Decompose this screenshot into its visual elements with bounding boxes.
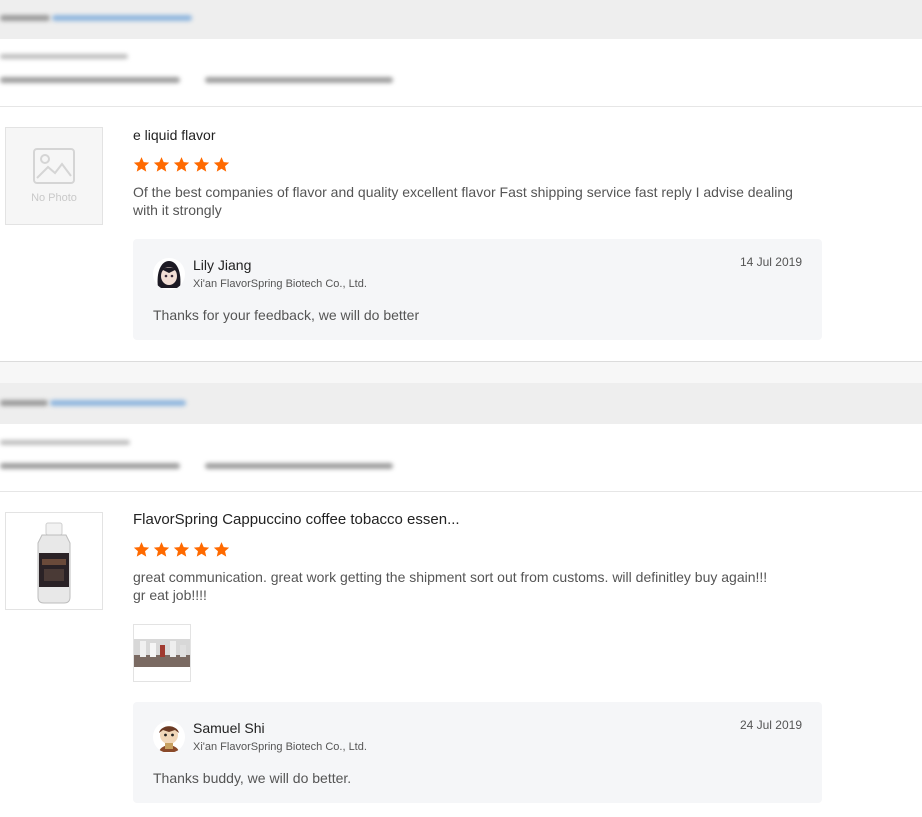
product-title[interactable]: FlavorSpring Cappuccino coffee tobacco e… bbox=[133, 511, 460, 528]
buyer-info-bar-blurred bbox=[0, 383, 922, 424]
product-thumbnail[interactable] bbox=[5, 512, 103, 610]
no-photo-icon bbox=[33, 148, 75, 184]
seller-reply: Samuel Shi Xi'an FlavorSpring Biotech Co… bbox=[133, 702, 822, 803]
star-icon bbox=[213, 157, 230, 172]
no-photo-label: No Photo bbox=[31, 192, 77, 204]
order-meta-blurred bbox=[0, 424, 922, 492]
reply-author-name: Samuel Shi bbox=[193, 720, 265, 736]
review-card-2: FlavorSpring Cappuccino coffee tobacco e… bbox=[0, 383, 922, 803]
star-icon bbox=[153, 157, 170, 172]
review-card-1: No Photo e liquid flavor Of the best com… bbox=[0, 0, 922, 340]
star-icon bbox=[173, 542, 190, 557]
star-icon bbox=[133, 157, 150, 172]
review-text: Of the best companies of flavor and qual… bbox=[133, 184, 793, 218]
star-icon bbox=[133, 542, 150, 557]
star-icon bbox=[173, 157, 190, 172]
star-icon bbox=[193, 157, 210, 172]
reply-company: Xi'an FlavorSpring Biotech Co., Ltd. bbox=[193, 741, 367, 753]
attached-photo-image bbox=[134, 625, 190, 681]
review-divider bbox=[0, 361, 922, 384]
avatar bbox=[153, 258, 185, 290]
order-meta-blurred bbox=[0, 39, 922, 107]
rating-stars bbox=[133, 541, 230, 558]
seller-reply: Lily Jiang Xi'an FlavorSpring Biotech Co… bbox=[133, 239, 822, 340]
rating-stars bbox=[133, 156, 230, 173]
reply-text: Thanks buddy, we will do better. bbox=[153, 770, 352, 786]
reply-author-name: Lily Jiang bbox=[193, 257, 252, 273]
product-thumbnail[interactable]: No Photo bbox=[5, 127, 103, 225]
reply-company: Xi'an FlavorSpring Biotech Co., Ltd. bbox=[193, 278, 367, 290]
reply-text: Thanks for your feedback, we will do bet… bbox=[153, 307, 420, 323]
star-icon bbox=[213, 542, 230, 557]
review-attached-photo[interactable] bbox=[133, 624, 191, 682]
reply-date: 24 Jul 2019 bbox=[739, 718, 802, 732]
star-icon bbox=[193, 542, 210, 557]
buyer-info-bar-blurred bbox=[0, 0, 922, 39]
star-icon bbox=[153, 542, 170, 557]
bottle-image bbox=[6, 513, 102, 609]
product-title[interactable]: e liquid flavor bbox=[133, 127, 216, 143]
reply-date: 14 Jul 2019 bbox=[739, 255, 802, 269]
review-text: great communication. great work getting … bbox=[133, 569, 768, 603]
avatar bbox=[153, 721, 185, 753]
